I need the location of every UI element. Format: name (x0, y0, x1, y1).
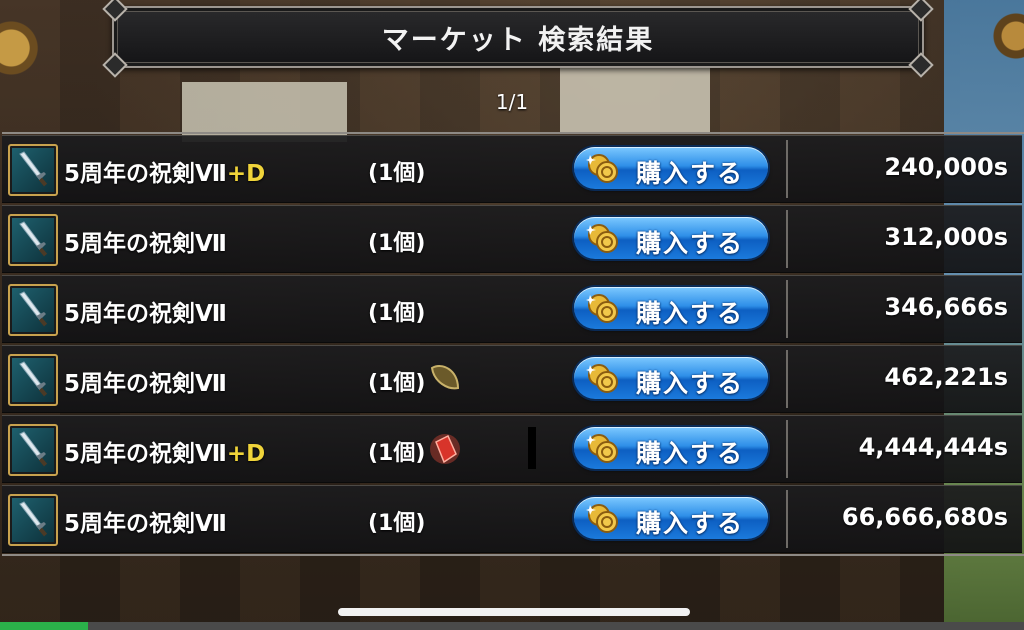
item-quantity: (1個) (368, 301, 426, 326)
item-quantity: (1個) (368, 371, 426, 396)
gold-coin-icon (586, 221, 620, 255)
market-result-list: 5周年の祝剣Ⅶ+D (1個) 購入する 240,000s 5周年の祝剣Ⅶ (1個… (2, 132, 1024, 556)
market-row[interactable]: 5周年の祝剣Ⅶ (1個) 購入する 66,666,680s (2, 485, 1022, 553)
gold-coin-icon (586, 431, 620, 465)
gold-coin-icon (586, 151, 620, 185)
item-name: 5周年の祝剣Ⅶ (64, 504, 227, 538)
column-divider (786, 210, 788, 268)
item-price: 240,000s (884, 153, 1008, 181)
item-name: 5周年の祝剣Ⅶ (64, 294, 227, 328)
gold-coin-icon (586, 291, 620, 325)
item-name-text: 5周年の祝剣Ⅶ (64, 301, 227, 327)
item-quantity: (1個) (368, 441, 426, 466)
item-name-text: 5周年の祝剣Ⅶ (64, 511, 227, 537)
red-crystal-icon (428, 432, 462, 470)
item-price: 66,666,680s (841, 503, 1008, 531)
item-name: 5周年の祝剣Ⅶ+D (64, 434, 265, 468)
black-marker (528, 427, 536, 469)
buy-button-label: 購入する (636, 369, 745, 398)
home-indicator[interactable] (338, 608, 690, 616)
item-plus-tag: +D (226, 441, 266, 467)
gold-coin-icon (586, 501, 620, 535)
item-plus-tag: +D (226, 161, 266, 187)
column-divider (786, 420, 788, 478)
sword-icon (8, 284, 58, 336)
buy-button-label: 購入する (636, 299, 745, 328)
buy-button[interactable]: 購入する (574, 357, 768, 399)
buy-button[interactable]: 購入する (574, 287, 768, 329)
ornament-right (984, 0, 1024, 90)
seed-icon (428, 362, 462, 396)
column-divider (786, 280, 788, 338)
gold-coin-icon (586, 361, 620, 395)
item-name-text: 5周年の祝剣Ⅶ (64, 161, 227, 187)
buy-button[interactable]: 購入する (574, 217, 768, 259)
item-price: 312,000s (884, 223, 1008, 251)
item-price: 462,221s (884, 363, 1008, 391)
market-row[interactable]: 5周年の祝剣Ⅶ (1個) 購入する 346,666s (2, 275, 1022, 343)
market-row[interactable]: 5周年の祝剣Ⅶ+D (1個) 購入する 4,444,444s (2, 415, 1022, 483)
item-name-text: 5周年の祝剣Ⅶ (64, 441, 227, 467)
item-quantity: (1個) (368, 231, 426, 256)
buy-button[interactable]: 購入する (574, 147, 768, 189)
title-plate: マーケット 検索結果 (102, 0, 934, 78)
column-divider (786, 350, 788, 408)
column-divider (786, 140, 788, 198)
buy-button[interactable]: 購入する (574, 497, 768, 539)
market-row[interactable]: 5周年の祝剣Ⅶ (1個) 購入する 312,000s (2, 205, 1022, 273)
sword-icon (8, 424, 58, 476)
buy-button[interactable]: 購入する (574, 427, 768, 469)
bottom-progress-bar (0, 622, 1024, 630)
buy-button-label: 購入する (636, 229, 745, 258)
item-price: 4,444,444s (858, 433, 1008, 461)
page-title: マーケット 検索結果 (381, 24, 655, 56)
page-counter: 1/1 (495, 90, 529, 114)
column-divider (786, 490, 788, 548)
sword-icon (8, 354, 58, 406)
item-name-text: 5周年の祝剣Ⅶ (64, 231, 227, 257)
buy-button-label: 購入する (636, 439, 745, 468)
market-row[interactable]: 5周年の祝剣Ⅶ+D (1個) 購入する 240,000s (2, 135, 1022, 203)
item-quantity: (1個) (368, 511, 426, 536)
item-name: 5周年の祝剣Ⅶ+D (64, 154, 265, 188)
bottom-progress-fill (0, 622, 88, 630)
sword-icon (8, 144, 58, 196)
buy-button-label: 購入する (636, 509, 745, 538)
buy-button-label: 購入する (636, 159, 745, 188)
sword-icon (8, 494, 58, 546)
item-quantity: (1個) (368, 161, 426, 186)
sword-icon (8, 214, 58, 266)
market-row[interactable]: 5周年の祝剣Ⅶ (1個) 購入する 462,221s (2, 345, 1022, 413)
item-name: 5周年の祝剣Ⅶ (64, 364, 227, 398)
item-name-text: 5周年の祝剣Ⅶ (64, 371, 227, 397)
item-price: 346,666s (884, 293, 1008, 321)
item-name: 5周年の祝剣Ⅶ (64, 224, 227, 258)
